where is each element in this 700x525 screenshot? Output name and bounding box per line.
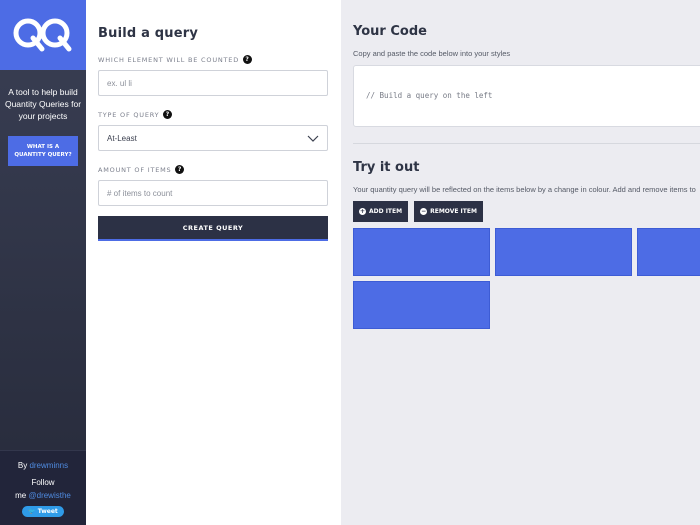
- minus-icon: −: [420, 208, 428, 215]
- author-credit: By drewminns: [0, 461, 86, 470]
- amount-label-text: AMOUNT OF ITEMS: [98, 165, 172, 174]
- chevron-down-icon: [307, 135, 319, 142]
- divider: [353, 143, 700, 144]
- element-label-text: WHICH ELEMENT WILL BE COUNTED: [98, 55, 240, 64]
- what-is-quantity-query-button[interactable]: WHAT IS A QUANTITY QUERY?: [8, 136, 78, 166]
- item-controls: + ADD ITEM − REMOVE ITEM: [353, 201, 700, 222]
- sidebar-tagline: A tool to help build Quantity Queries fo…: [4, 87, 82, 121]
- amount-input-placeholder: # of items to count: [107, 188, 173, 198]
- help-icon[interactable]: ?: [243, 55, 253, 64]
- element-input-placeholder: ex. ul li: [107, 78, 132, 88]
- demo-item: [353, 228, 490, 276]
- sidebar: A tool to help build Quantity Queries fo…: [0, 0, 86, 525]
- twitter-handle-link[interactable]: @drewisthe: [29, 491, 71, 500]
- amount-field-label: AMOUNT OF ITEMS ?: [98, 165, 329, 174]
- create-query-button[interactable]: CREATE QUERY: [98, 216, 328, 241]
- twitter-bird-icon: 🐦: [28, 508, 36, 515]
- element-input[interactable]: ex. ul li: [98, 70, 328, 96]
- help-icon[interactable]: ?: [175, 165, 185, 174]
- query-type-select[interactable]: At-Least: [98, 125, 328, 151]
- help-icon[interactable]: ?: [163, 110, 173, 119]
- code-title: Your Code: [353, 24, 427, 39]
- tweet-button[interactable]: 🐦 Tweet: [22, 506, 64, 517]
- remove-item-button[interactable]: − REMOVE ITEM: [414, 201, 483, 222]
- plus-icon: +: [359, 208, 366, 215]
- query-type-value: At-Least: [107, 133, 137, 143]
- add-item-label: ADD ITEM: [369, 208, 403, 215]
- code-output[interactable]: // Build a query on the left: [353, 65, 700, 127]
- output-panel: Your Code Copy and paste the code below …: [341, 0, 700, 525]
- sidebar-footer: By drewminns Follow me @drewisthe 🐦 Twee…: [0, 450, 86, 525]
- try-title: Try it out: [353, 160, 420, 175]
- code-content: // Build a query on the left: [366, 91, 493, 100]
- follow-label: Follow: [31, 478, 55, 487]
- type-label-text: TYPE OF QUERY: [98, 110, 160, 119]
- type-field-label: TYPE OF QUERY ?: [98, 110, 329, 119]
- follow-credit: Follow me @drewisthe: [0, 476, 86, 502]
- demo-item: [637, 228, 700, 276]
- element-field-label: WHICH ELEMENT WILL BE COUNTED ?: [98, 55, 329, 64]
- add-item-button[interactable]: + ADD ITEM: [353, 201, 409, 222]
- remove-item-label: REMOVE ITEM: [430, 208, 477, 215]
- builder-title: Build a query: [98, 26, 199, 41]
- amount-input[interactable]: # of items to count: [98, 180, 328, 206]
- by-label: By: [17, 461, 28, 470]
- query-builder-panel: Build a query WHICH ELEMENT WILL BE COUN…: [86, 0, 341, 525]
- code-instructions: Copy and paste the code below into your …: [353, 49, 511, 58]
- follow-me-label: me: [15, 491, 27, 500]
- tweet-label: Tweet: [37, 508, 58, 515]
- qq-logo-icon: [13, 18, 72, 52]
- try-instructions: Your quantity query will be reflected on…: [353, 185, 696, 194]
- logo[interactable]: [0, 0, 86, 70]
- items-grid: [353, 228, 700, 329]
- demo-item: [353, 281, 490, 329]
- author-link[interactable]: drewminns: [29, 461, 68, 470]
- demo-item: [495, 228, 632, 276]
